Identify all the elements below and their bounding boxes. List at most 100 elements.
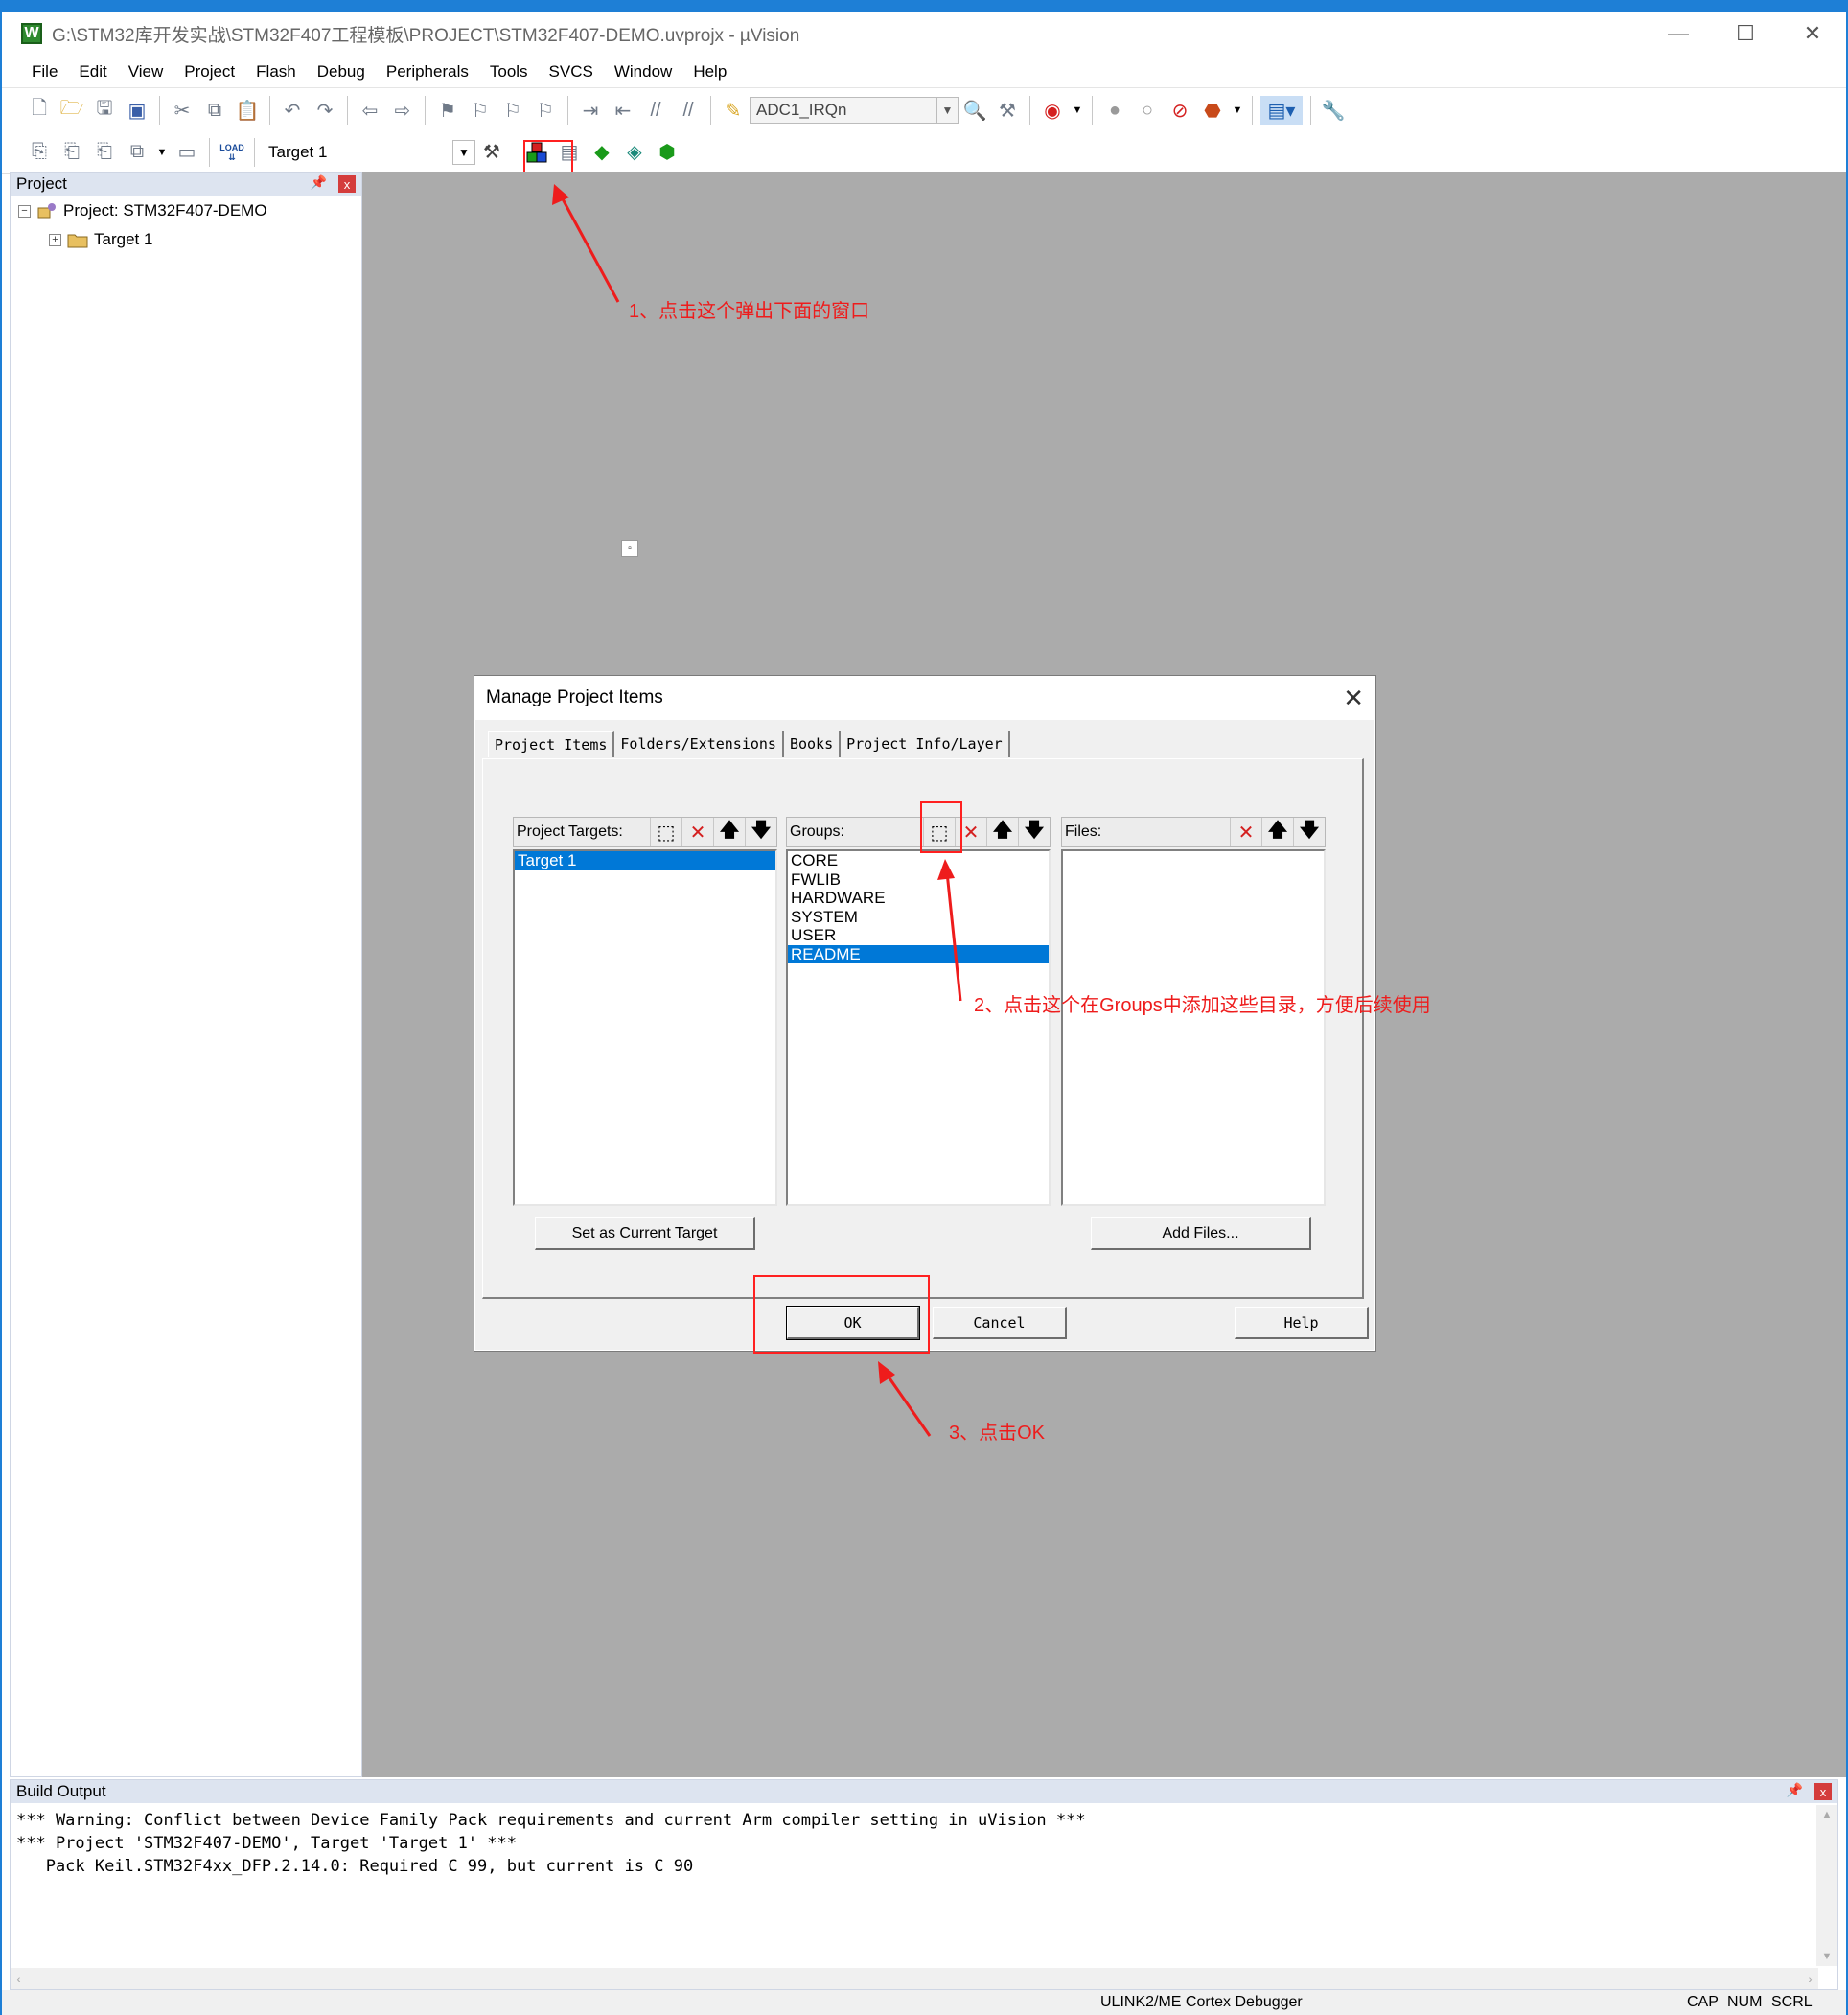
navigate-back-icon[interactable]: ⇦ [356, 96, 384, 125]
cancel-button[interactable]: Cancel [933, 1307, 1067, 1339]
close-icon[interactable]: x [1814, 1783, 1832, 1800]
cut-icon[interactable]: ✂ [168, 96, 196, 125]
breakpoint-clear-icon[interactable]: ⬣ [1198, 96, 1227, 125]
pin-icon[interactable]: 📌 [311, 174, 327, 191]
window-layout-icon[interactable]: ▤▾ [1260, 96, 1303, 125]
move-file-down-icon[interactable]: 🡇 [1293, 818, 1325, 846]
chevron-down-icon[interactable]: ▼ [1231, 96, 1244, 125]
list-item[interactable]: USER [788, 926, 1049, 945]
batch-build-icon[interactable]: ⧉ [123, 138, 151, 167]
maximize-button[interactable]: ☐ [1712, 12, 1779, 56]
files-list[interactable] [1061, 849, 1326, 1206]
build-icon[interactable]: ⎗ [58, 138, 86, 167]
undo-icon[interactable]: ↶ [278, 96, 307, 125]
menu-flash[interactable]: Flash [245, 62, 307, 81]
chevron-down-icon[interactable]: ▼ [936, 98, 958, 123]
breakpoint-disable-icon[interactable]: ○ [1133, 96, 1162, 125]
menu-file[interactable]: File [21, 62, 68, 81]
tree-target-node[interactable]: + Target 1 [49, 230, 152, 249]
expand-icon[interactable]: + [49, 233, 61, 246]
redo-icon[interactable]: ↷ [311, 96, 339, 125]
copy-icon[interactable]: ⧉ [200, 96, 229, 125]
list-item[interactable]: SYSTEM [788, 908, 1049, 927]
targets-list[interactable]: Target 1 [513, 849, 777, 1206]
options-for-target-icon[interactable]: ⚒ [477, 138, 506, 167]
translate-icon[interactable]: ⎘ [25, 138, 54, 167]
list-item[interactable]: HARDWARE [788, 889, 1049, 908]
move-target-down-icon[interactable]: 🡇 [745, 818, 776, 846]
chevron-down-icon[interactable]: ▼ [155, 138, 169, 167]
indent-icon[interactable]: ⇥ [576, 96, 605, 125]
debug-session-icon[interactable]: ◉ [1038, 96, 1067, 125]
list-item[interactable]: Target 1 [515, 851, 775, 870]
save-all-icon[interactable]: ▣ [123, 96, 151, 125]
menu-help[interactable]: Help [682, 62, 737, 81]
target-combo[interactable]: Target 1 ▼ [261, 138, 475, 167]
stop-build-icon[interactable]: ▭ [173, 138, 201, 167]
vertical-scrollbar[interactable]: ▲ ▼ [1816, 1805, 1837, 1966]
find-icon[interactable]: 🔍 [960, 96, 989, 125]
scroll-down-icon[interactable]: ▼ [1822, 1951, 1833, 1962]
close-icon[interactable]: x [338, 175, 356, 193]
list-item[interactable]: CORE [788, 851, 1049, 870]
close-window-button[interactable]: ✕ [1779, 12, 1846, 56]
delete-target-icon[interactable]: ✕ [681, 818, 713, 846]
select-software-packs-icon[interactable]: ⬢ [653, 138, 681, 167]
incremental-find-icon[interactable]: ⚒ [993, 96, 1022, 125]
menu-edit[interactable]: Edit [68, 62, 117, 81]
chevron-down-icon[interactable]: ▼ [452, 139, 475, 165]
move-group-up-icon[interactable]: 🡅 [986, 818, 1018, 846]
tab-project-info-layer[interactable]: Project Info/Layer [841, 731, 1010, 757]
groups-list[interactable]: CORE FWLIB HARDWARE SYSTEM USER README [786, 849, 1051, 1206]
scroll-right-icon[interactable]: › [1808, 1971, 1813, 1986]
comment-icon[interactable]: // [641, 96, 670, 125]
tab-folders-extensions[interactable]: Folders/Extensions [614, 731, 784, 757]
breakpoint-insert-icon[interactable]: ● [1100, 96, 1129, 125]
function-combo[interactable]: ADC1_IRQn ▼ [750, 97, 959, 124]
set-current-target-button[interactable]: Set as Current Target [535, 1217, 755, 1250]
breakpoint-kill-icon[interactable]: ⊘ [1166, 96, 1194, 125]
menu-peripherals[interactable]: Peripherals [376, 62, 479, 81]
save-icon[interactable]: 🖫 [90, 96, 119, 125]
menu-project[interactable]: Project [173, 62, 245, 81]
list-item[interactable]: FWLIB [788, 870, 1049, 890]
minimize-button[interactable]: — [1645, 12, 1712, 56]
tab-books[interactable]: Books [783, 731, 842, 757]
add-files-button[interactable]: Add Files... [1091, 1217, 1311, 1250]
menu-debug[interactable]: Debug [307, 62, 376, 81]
help-button[interactable]: Help [1235, 1307, 1369, 1339]
menu-tools[interactable]: Tools [479, 62, 539, 81]
menu-view[interactable]: View [118, 62, 174, 81]
configure-wrench-icon[interactable]: 🔧 [1319, 96, 1348, 125]
horizontal-scrollbar[interactable]: ‹ › [11, 1968, 1818, 1989]
bookmark-toggle-icon[interactable]: ⚑ [433, 96, 462, 125]
move-group-down-icon[interactable]: 🡇 [1018, 818, 1050, 846]
menu-svcs[interactable]: SVCS [539, 62, 604, 81]
new-file-icon[interactable]: 🗋 [25, 96, 54, 125]
menu-window[interactable]: Window [604, 62, 682, 81]
bookmark-clear-icon[interactable]: ⚐ [531, 96, 560, 125]
open-file-icon[interactable]: 🗁 [58, 96, 86, 125]
dialog-close-button[interactable]: ✕ [1343, 683, 1364, 713]
list-item-selected[interactable]: README [788, 944, 1049, 963]
uncomment-icon[interactable]: // [674, 96, 703, 125]
tab-project-items[interactable]: Project Items [488, 731, 615, 757]
pack-installer-icon[interactable]: ◈ [620, 138, 649, 167]
scroll-up-icon[interactable]: ▲ [1822, 1809, 1833, 1820]
tree-project-node[interactable]: − Project: STM32F407-DEMO [18, 201, 267, 220]
unindent-icon[interactable]: ⇤ [609, 96, 637, 125]
move-target-up-icon[interactable]: 🡅 [713, 818, 745, 846]
pin-icon[interactable]: 📌 [1787, 1782, 1803, 1798]
rebuild-icon[interactable]: ⎗ [90, 138, 119, 167]
bookmark-next-icon[interactable]: ⚐ [498, 96, 527, 125]
find-in-files-icon[interactable]: ✎ [719, 96, 748, 125]
chevron-down-icon[interactable]: ▼ [1071, 96, 1084, 125]
delete-file-icon[interactable]: ✕ [1230, 818, 1261, 846]
move-file-up-icon[interactable]: 🡅 [1261, 818, 1293, 846]
navigate-forward-icon[interactable]: ⇨ [388, 96, 417, 125]
paste-icon[interactable]: 📋 [233, 96, 262, 125]
new-target-icon[interactable]: ⬚ [650, 818, 681, 846]
bookmark-prev-icon[interactable]: ⚐ [466, 96, 495, 125]
manage-runtime-icon[interactable]: ◆ [588, 138, 616, 167]
load-download-icon[interactable]: LOAD ⇊ [218, 138, 246, 167]
